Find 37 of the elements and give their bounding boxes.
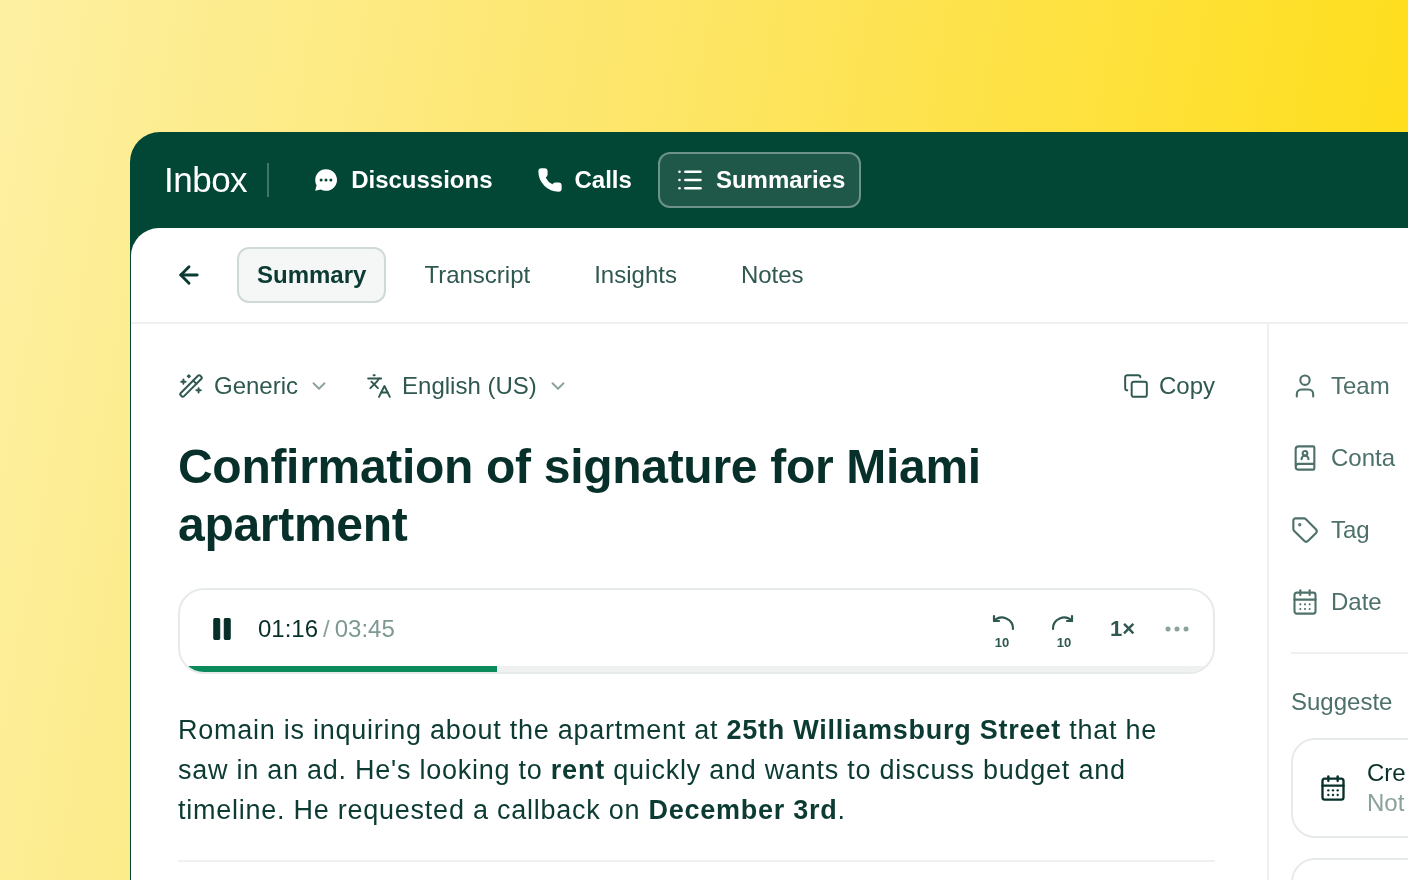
app-title: Inbox bbox=[164, 163, 270, 197]
speed-button[interactable]: 1× bbox=[1109, 616, 1135, 642]
tab[interactable]: Insights bbox=[574, 247, 697, 303]
magic-wand-icon bbox=[178, 373, 204, 399]
field-label[interactable]: Tag bbox=[1291, 508, 1370, 552]
translate-icon bbox=[366, 373, 393, 399]
tab[interactable]: Summary bbox=[237, 247, 387, 303]
current-time: 01:16 bbox=[258, 615, 319, 643]
nav-tab[interactable]: Summaries bbox=[657, 152, 862, 208]
calendar-icon bbox=[1319, 774, 1347, 802]
tab[interactable]: Notes bbox=[720, 247, 824, 303]
total-time: 03:45 bbox=[334, 615, 395, 643]
card-subtitle: Not bbox=[1367, 789, 1406, 817]
copy-button[interactable]: Copy bbox=[1122, 372, 1215, 400]
copy-icon bbox=[1122, 373, 1149, 399]
field-label[interactable]: Date bbox=[1291, 580, 1382, 624]
forward-button[interactable]: 10 bbox=[1047, 613, 1080, 645]
calendar-icon bbox=[1291, 588, 1319, 616]
nav-tab[interactable]: Discussions bbox=[295, 152, 509, 208]
summary-text: Romain is inquiring about the apartment at 25th Williamsburg Street that he saw in an ad. He's looking to rent quickly and wants to discuss budget and timeline. He requested a callback on December 3rd. bbox=[178, 710, 1215, 862]
rewind-button[interactable]: 10 bbox=[985, 613, 1018, 645]
field-label[interactable]: Conta bbox=[1291, 436, 1396, 480]
summary-title: Confirmation of signature for Miami apartment bbox=[178, 439, 982, 553]
ellipsis-icon bbox=[1165, 626, 1189, 632]
more-button[interactable] bbox=[1165, 626, 1189, 632]
field-label[interactable]: Team bbox=[1291, 364, 1390, 408]
card-title: Cre bbox=[1367, 759, 1406, 787]
tab[interactable]: Transcript bbox=[404, 247, 551, 303]
template-dropdown[interactable]: Generic bbox=[178, 372, 331, 400]
language-dropdown[interactable]: English (US) bbox=[366, 372, 569, 400]
chat-icon bbox=[313, 167, 340, 193]
suggestion-card[interactable]: Cre Not bbox=[1291, 738, 1408, 838]
nav-tab[interactable]: Calls bbox=[518, 152, 648, 208]
tag-icon bbox=[1291, 516, 1319, 544]
section-heading: Suggeste bbox=[1291, 688, 1394, 716]
phone-icon bbox=[536, 167, 563, 193]
time-separator: / bbox=[323, 615, 330, 643]
